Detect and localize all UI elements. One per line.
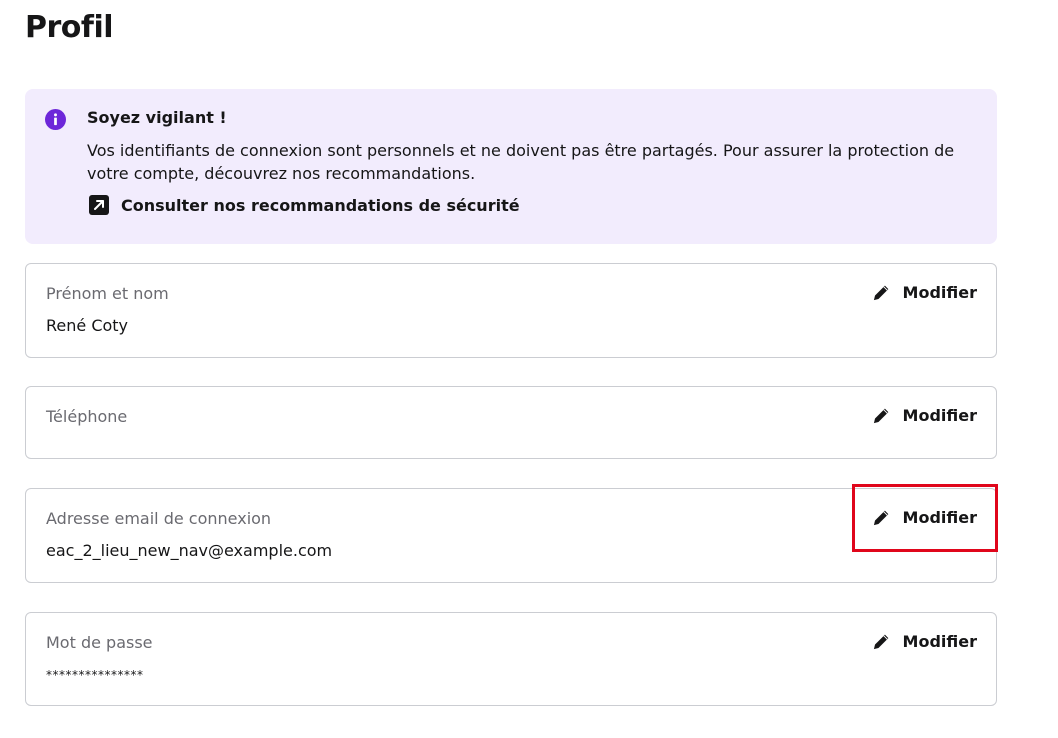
callout-title: Soyez vigilant ! [87,108,227,127]
name-card: Prénom et nom René Coty Modifier [25,263,997,358]
phone-card: Téléphone Modifier [25,386,997,459]
modify-email-label[interactable]: Modifier [903,508,977,527]
password-label: Mot de passe [46,633,153,652]
name-label: Prénom et nom [46,284,169,303]
external-link-icon [89,195,109,215]
modify-password-label[interactable]: Modifier [903,632,977,651]
modify-name-button[interactable]: Modifier [872,283,977,302]
pencil-icon [873,634,888,650]
email-value: eac_2_lieu_new_nav@example.com [46,541,333,560]
modify-name-label[interactable]: Modifier [903,283,977,302]
security-callout: Soyez vigilant ! Vos identifiants de con… [25,89,997,244]
email-card: Adresse email de connexion eac_2_lieu_ne… [25,488,997,583]
modify-password-button[interactable]: Modifier [872,632,977,651]
modify-phone-label[interactable]: Modifier [903,406,977,425]
pencil-icon [873,510,888,526]
modify-email-button[interactable]: Modifier [872,508,977,527]
security-recommendations-link-label[interactable]: Consulter nos recommandations de sécurit… [121,196,520,215]
modify-phone-button[interactable]: Modifier [872,406,977,425]
name-value: René Coty [46,316,129,335]
info-circle-icon [45,109,66,130]
phone-label: Téléphone [46,407,128,426]
page-title: Profil [25,10,114,45]
callout-text: Vos identifiants de connexion sont perso… [87,141,955,183]
pencil-icon [873,408,888,424]
email-label: Adresse email de connexion [46,509,272,528]
password-card: Mot de passe *************** Modifier [25,612,997,706]
security-recommendations-link[interactable]: Consulter nos recommandations de sécurit… [89,195,520,215]
password-value: *************** [46,668,144,682]
pencil-icon [873,285,888,301]
